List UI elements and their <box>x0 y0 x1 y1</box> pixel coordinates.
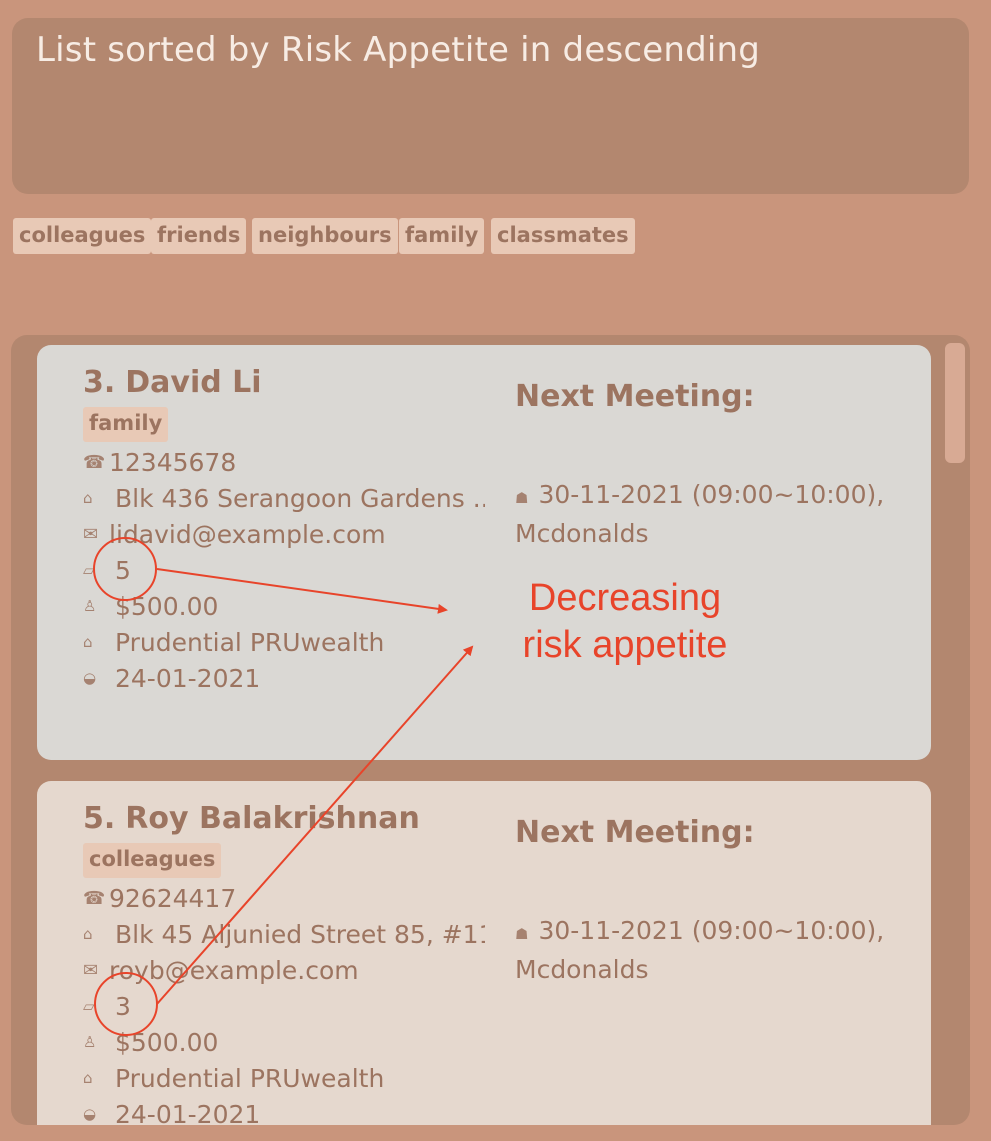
house-icon: ⌂ <box>83 925 93 943</box>
result-message: List sorted by Risk Appetite in descendi… <box>36 30 761 70</box>
person-list-panel[interactable]: 3. David Li family ☎ 12345678 ⌂ Blk 436 S… <box>11 335 970 1125</box>
handshake-icon: ◒ <box>83 1105 97 1123</box>
person-tag: family <box>83 407 169 442</box>
last-met-value: 24-01-2021 <box>115 1099 261 1126</box>
risk-appetite-row: ▱ 5 <box>83 555 131 585</box>
meeting-icon: ☗ <box>515 489 529 507</box>
house-icon: ⌂ <box>83 489 93 507</box>
email-icon: ✉ <box>83 523 99 545</box>
income-value: $500.00 <box>115 1027 219 1057</box>
address-value: Blk 436 Serangoon Gardens ... <box>115 483 485 513</box>
last-met-row: ◒ 24-01-2021 <box>83 1099 261 1126</box>
next-meeting-info: ☗ 30-11-2021 (09:00~10:00), Mcdonalds <box>515 913 895 988</box>
email-row: ✉ lidavid@example.com <box>83 519 386 549</box>
tag-filter-colleagues[interactable]: colleagues <box>13 218 152 254</box>
plan-value: Prudential PRUwealth <box>115 627 385 657</box>
next-meeting-location: Mcdonalds <box>515 519 649 548</box>
phone-icon: ☎ <box>83 451 106 473</box>
person-tag: colleagues <box>83 843 222 878</box>
tag-filter-classmates[interactable]: classmates <box>491 218 635 254</box>
risk-appetite-icon: ▱ <box>83 561 95 579</box>
address-value: Blk 45 Aljunied Street 85, #11... <box>115 919 485 949</box>
phone-row: ☎ 92624417 <box>83 883 236 913</box>
person-card[interactable]: 5. Roy Balakrishnan colleagues ☎ 92624417… <box>37 781 931 1125</box>
last-met-value: 24-01-2021 <box>115 663 261 693</box>
address-row: ⌂ Blk 436 Serangoon Gardens ... <box>83 483 485 513</box>
tag-filter-neighbours[interactable]: neighbours <box>252 218 398 254</box>
person-index: 5. <box>83 801 116 836</box>
plan-value: Prudential PRUwealth <box>115 1063 385 1093</box>
risk-appetite-icon: ▱ <box>83 997 95 1015</box>
annotation-label: Decreasing risk appetite <box>505 575 745 669</box>
person-name: David Li <box>125 365 262 400</box>
income-row: ♙ $500.00 <box>83 591 218 621</box>
phone-row: ☎ 12345678 <box>83 447 236 477</box>
income-row: ♙ $500.00 <box>83 1027 218 1057</box>
person-index: 3. <box>83 365 116 400</box>
annotation-line-1: Decreasing <box>528 577 722 619</box>
email-value: royb@example.com <box>109 955 359 985</box>
tag-filter-family[interactable]: family <box>399 218 485 254</box>
plan-row: ⌂ Prudential PRUwealth <box>83 627 384 657</box>
next-meeting-title: Next Meeting: <box>515 815 755 850</box>
list-scrollbar[interactable] <box>945 341 967 1117</box>
handshake-icon: ◒ <box>83 669 97 687</box>
person-name-line: 3. David Li <box>83 365 262 400</box>
person-card[interactable]: 3. David Li family ☎ 12345678 ⌂ Blk 436 S… <box>37 345 931 760</box>
plan-row: ⌂ Prudential PRUwealth <box>83 1063 384 1093</box>
bank-icon: ⌂ <box>83 633 93 651</box>
address-row: ⌂ Blk 45 Aljunied Street 85, #11... <box>83 919 485 949</box>
result-display: List sorted by Risk Appetite in descendi… <box>12 18 969 194</box>
email-value: lidavid@example.com <box>109 519 386 549</box>
next-meeting-info: ☗ 30-11-2021 (09:00~10:00), Mcdonalds <box>515 477 895 552</box>
tag-filter-friends[interactable]: friends <box>151 218 247 254</box>
person-name: Roy Balakrishnan <box>125 801 420 836</box>
annotation-line-2: risk appetite <box>522 624 728 666</box>
email-row: ✉ royb@example.com <box>83 955 359 985</box>
scrollbar-thumb[interactable] <box>945 343 965 463</box>
next-meeting-time: 30-11-2021 (09:00~10:00), <box>538 916 885 945</box>
phone-icon: ☎ <box>83 887 106 909</box>
next-meeting-title: Next Meeting: <box>515 379 755 414</box>
email-icon: ✉ <box>83 959 99 981</box>
income-value: $500.00 <box>115 591 219 621</box>
bank-icon: ⌂ <box>83 1069 93 1087</box>
phone-value: 92624417 <box>109 883 237 913</box>
risk-appetite-value: 5 <box>115 555 131 585</box>
money-bag-icon: ♙ <box>83 1033 97 1051</box>
next-meeting-time: 30-11-2021 (09:00~10:00), <box>538 480 885 509</box>
phone-value: 12345678 <box>109 447 237 477</box>
next-meeting-location: Mcdonalds <box>515 955 649 984</box>
meeting-icon: ☗ <box>515 925 529 943</box>
money-bag-icon: ♙ <box>83 597 97 615</box>
person-name-line: 5. Roy Balakrishnan <box>83 801 420 836</box>
risk-appetite-row: ▱ 3 <box>83 991 131 1021</box>
last-met-row: ◒ 24-01-2021 <box>83 663 260 693</box>
risk-appetite-value: 3 <box>115 991 131 1021</box>
